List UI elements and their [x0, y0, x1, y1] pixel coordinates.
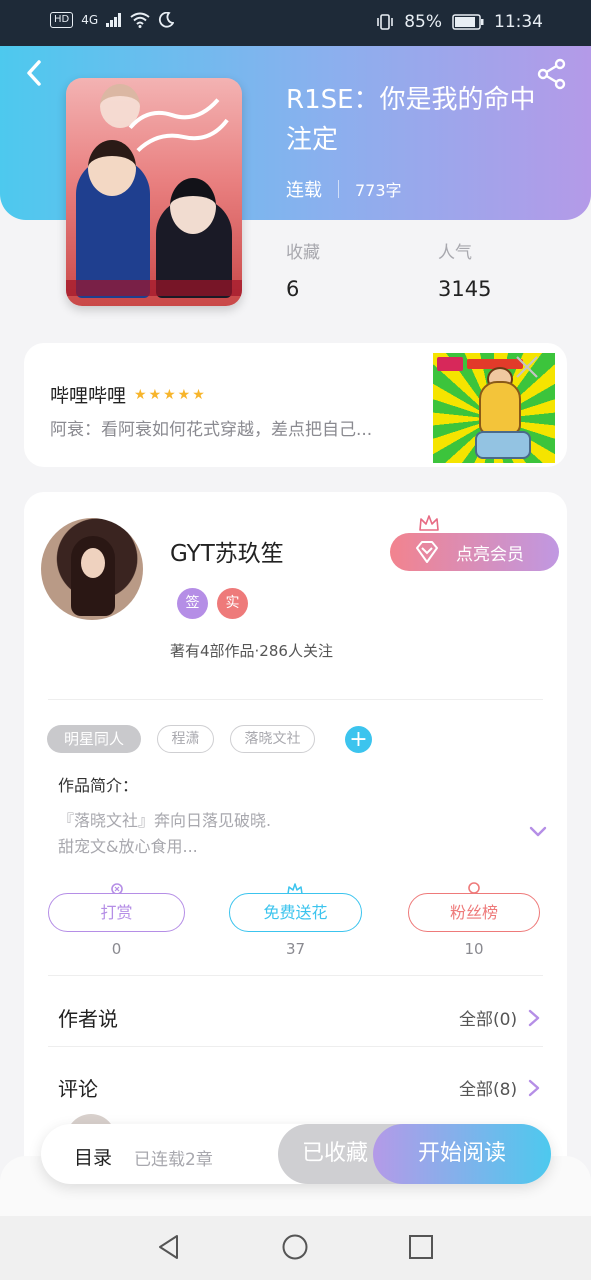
flower-count: 37 [285, 940, 306, 958]
author-name[interactable]: GYT苏玖笙 [170, 534, 284, 568]
tag-active[interactable]: 明星同人 [47, 725, 141, 753]
intro-text: 『落晓文社』奔向日落见破晓. 甜宠文&放心食用... [58, 808, 458, 860]
moon-icon [159, 12, 175, 28]
author-avatar[interactable] [41, 518, 143, 620]
ad-figure [479, 381, 521, 435]
badge-verified: 实 [217, 588, 248, 619]
tag-item[interactable]: 程潇 [157, 725, 214, 753]
chevron-down-icon[interactable] [528, 822, 548, 842]
stat-label: 收藏 [286, 243, 320, 263]
reward-button[interactable]: 打赏 [48, 893, 185, 932]
plus-icon[interactable]: + [345, 726, 372, 753]
comments-count: 全部(8) [459, 1080, 518, 1100]
author-says-more[interactable]: 全部(0) [459, 1005, 541, 1030]
signal-icon [106, 13, 122, 27]
nav-recents-icon[interactable] [407, 1233, 435, 1261]
stat-value: 6 [286, 277, 300, 301]
author-says-count: 全部(0) [459, 1010, 518, 1030]
intro-line: 『落晓文社』奔向日落见破晓. [58, 811, 272, 830]
battery-icon [452, 14, 484, 30]
reward-count: 0 [111, 940, 122, 958]
avatar-face [81, 548, 105, 578]
back-icon[interactable] [20, 58, 50, 88]
divider [48, 975, 543, 976]
vip-button[interactable]: 点亮会员 [390, 533, 559, 571]
meta-divider [338, 180, 339, 198]
chevron-right-icon [528, 1079, 540, 1096]
close-icon[interactable] [514, 354, 540, 380]
word-count: 773字 [355, 181, 402, 200]
cover-figure [88, 140, 136, 196]
tag-item[interactable]: 落晓文社 [230, 725, 315, 753]
intro-line: 甜宠文&放心食用... [58, 837, 198, 856]
diamond-icon [416, 541, 438, 563]
status-left: HD 4G [50, 12, 175, 28]
fan-ranking-button[interactable]: 粉丝榜 [408, 893, 540, 932]
wifi-icon [130, 12, 150, 28]
rating-stars: ★★★★★ [134, 386, 207, 403]
crown-icon [419, 515, 439, 531]
start-reading-button[interactable]: 开始阅读 [373, 1124, 551, 1184]
ad-title: 哔哩哔哩 [50, 385, 127, 407]
ad-figure [475, 431, 531, 459]
stat-popularity: 人气 3145 [438, 238, 491, 301]
status-bar: HD 4G 85% 11:34 [0, 0, 591, 46]
ad-logo [437, 357, 463, 371]
ad-description: 阿衰：看阿衰如何花式穿越，差点把自己... [50, 420, 373, 440]
divider [48, 699, 543, 700]
book-status: 连载 [286, 180, 322, 201]
author-stats: 著有4部作品·286人关注 [170, 642, 333, 660]
vibrate-icon [377, 14, 394, 30]
clock: 11:34 [494, 12, 543, 32]
stat-value: 3145 [438, 277, 492, 301]
book-title: R1SE：你是我的命中注定 [286, 85, 536, 155]
comments-title: 评论 [58, 1077, 98, 1101]
send-flower-button[interactable]: 免费送花 [229, 893, 362, 932]
comments-more[interactable]: 全部(8) [459, 1075, 541, 1100]
intro-label: 作品简介： [58, 776, 139, 795]
divider [48, 1046, 543, 1047]
nav-back-icon[interactable] [155, 1233, 183, 1261]
cover-figure [170, 178, 216, 234]
fan-count: 10 [464, 940, 484, 958]
stat-favorites: 收藏 6 [286, 238, 320, 301]
author-says-title: 作者说 [58, 1007, 118, 1031]
battery-percent: 85% [404, 12, 442, 32]
vip-label: 点亮会员 [456, 544, 524, 565]
nav-home-icon[interactable] [281, 1233, 309, 1261]
book-meta: 连载 773字 [286, 176, 402, 202]
ad-title-row: 哔哩哔哩 ★★★★★ [50, 381, 207, 408]
toc-button[interactable]: 目录 [74, 1143, 112, 1170]
network-indicator: 4G [81, 13, 99, 27]
ad-card[interactable]: 哔哩哔哩 ★★★★★ 阿衰：看阿衰如何花式穿越，差点把自己... [24, 343, 567, 467]
chevron-right-icon [528, 1009, 540, 1026]
book-cover[interactable] [66, 78, 242, 306]
chapter-count: 已连载2章 [134, 1150, 213, 1170]
cover-band [66, 280, 242, 296]
stat-label: 人气 [438, 243, 472, 263]
badge-signed: 签 [177, 588, 208, 619]
status-right: 85% 11:34 [376, 12, 543, 32]
hd-indicator: HD [50, 12, 74, 28]
